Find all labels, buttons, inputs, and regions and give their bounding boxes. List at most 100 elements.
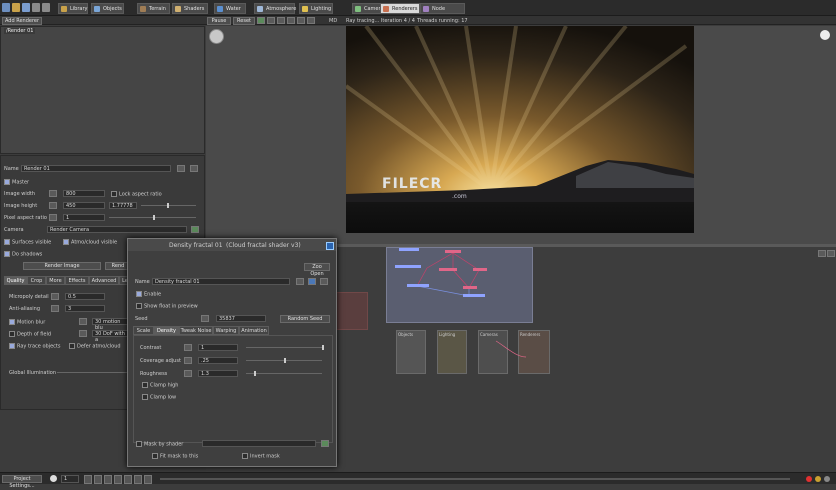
motion-blur-icon[interactable] [79, 318, 87, 325]
lock-aspect-checkbox[interactable]: Lock aspect ratio [111, 191, 162, 198]
dof-icon[interactable] [79, 330, 87, 337]
slider-knob[interactable] [153, 215, 155, 220]
timeline[interactable] [160, 478, 790, 480]
view-mode-icon[interactable] [257, 17, 265, 24]
pixel-aspect-slider[interactable] [109, 215, 196, 220]
record-icon[interactable] [134, 475, 142, 484]
play-icon[interactable] [104, 475, 112, 484]
aspect-field[interactable]: 1.77778 [109, 202, 137, 209]
dialog-name-field[interactable]: Density fractal 01 [152, 278, 290, 285]
tab-library[interactable]: Library [58, 3, 88, 14]
tab-atmosphere[interactable]: Atmosphere [254, 3, 296, 14]
tab-node-network[interactable]: Node Network [420, 3, 465, 22]
objects-node-group[interactable]: Objects [396, 330, 426, 374]
edit-icon[interactable] [296, 278, 304, 285]
roughness-icon[interactable] [184, 370, 192, 377]
slider-knob[interactable] [253, 371, 256, 376]
channel-g-icon[interactable] [277, 17, 285, 24]
quality-badge[interactable]: MD [329, 17, 337, 25]
lighting-node-group[interactable]: Lighting [437, 330, 467, 374]
seed-icon[interactable] [201, 315, 209, 322]
delete-icon[interactable] [190, 165, 198, 172]
expand-icon[interactable] [827, 250, 835, 257]
pause-button[interactable]: Pause [207, 17, 231, 25]
clamp-high-checkbox[interactable]: Clamp high [142, 382, 178, 389]
coverage-slider[interactable] [246, 358, 322, 363]
tab-effects[interactable]: Effects [65, 276, 89, 285]
mask-link-icon[interactable] [321, 440, 329, 447]
tab-water[interactable]: Water [214, 3, 246, 14]
prev-frame-icon[interactable] [94, 475, 102, 484]
depth-of-field-checkbox[interactable]: Depth of field [9, 331, 51, 338]
aspect-slider[interactable] [141, 203, 196, 208]
tab-lighting[interactable]: Lighting [299, 3, 333, 14]
coverage-icon[interactable] [184, 357, 192, 364]
enable-checkbox[interactable]: Enable [136, 291, 161, 298]
atmo-visible-checkbox[interactable]: Atmo/cloud visible [63, 239, 117, 246]
undo-icon[interactable] [32, 3, 40, 12]
channel-b-icon[interactable] [287, 17, 295, 24]
do-shadows-checkbox[interactable]: Do shadows [4, 251, 42, 258]
image-width-icon[interactable] [49, 190, 57, 197]
last-frame-icon[interactable] [124, 475, 132, 484]
tab-animation[interactable]: Animation [239, 326, 269, 335]
edit-icon[interactable] [177, 165, 185, 172]
micropoly-field[interactable]: 0.5 [65, 293, 105, 300]
project-settings-button[interactable]: Project Settings... [2, 475, 42, 489]
roughness-field[interactable]: 1.3 [198, 370, 238, 377]
new-file-icon[interactable] [2, 3, 10, 12]
collapse-icon[interactable] [818, 250, 826, 257]
slider-knob[interactable] [284, 358, 286, 363]
info-icon[interactable] [308, 278, 316, 285]
channel-r-icon[interactable] [267, 17, 275, 24]
motion-blur-checkbox[interactable]: Motion blur [9, 319, 45, 326]
image-width-field[interactable]: 800 [63, 190, 105, 197]
tab-terrain[interactable]: Terrain [137, 3, 170, 14]
random-seed-button[interactable]: Random Seed [280, 315, 330, 323]
keyframe-icon[interactable] [144, 475, 152, 484]
tab-crop[interactable]: Crop [27, 276, 46, 285]
show-preview-checkbox[interactable]: Show float in preview [136, 303, 198, 310]
slider-knob[interactable] [167, 203, 169, 208]
contrast-slider[interactable] [246, 345, 324, 350]
micropoly-icon[interactable] [51, 293, 59, 300]
tab-objects[interactable]: Objects [91, 3, 124, 14]
camera-link-icon[interactable] [191, 226, 199, 233]
camera-select[interactable]: Render Camera [47, 226, 187, 233]
master-checkbox[interactable]: Master [4, 179, 29, 186]
defer-atmo-checkbox[interactable]: Defer atmo/cloud [69, 343, 121, 350]
exposure-icon[interactable] [307, 17, 315, 24]
dialog-titlebar[interactable]: Density fractal 01 (Cloud fractal shader… [128, 239, 336, 251]
invert-mask-checkbox[interactable]: Invert mask [242, 453, 280, 460]
tab-renderers[interactable]: Renderers [380, 3, 420, 14]
contrast-field[interactable]: 1 [198, 344, 238, 351]
fit-mask-checkbox[interactable]: Fit mask to this [152, 453, 198, 460]
atmosphere-node-group[interactable] [386, 247, 533, 323]
coverage-field[interactable]: .25 [198, 357, 238, 364]
clamp-low-checkbox[interactable]: Clamp low [142, 394, 176, 401]
surfaces-visible-checkbox[interactable]: Surfaces visible [4, 239, 51, 246]
reset-button[interactable]: Reset [233, 17, 255, 25]
tab-quality[interactable]: Quality [4, 276, 27, 285]
redo-icon[interactable] [42, 3, 50, 12]
name-field[interactable]: Render 01 [21, 165, 171, 172]
ray-trace-checkbox[interactable]: Ray trace objects [9, 343, 60, 350]
roughness-slider[interactable] [246, 371, 322, 376]
seed-field[interactable]: 35837 [216, 315, 266, 322]
tab-scale[interactable]: Scale [133, 326, 154, 335]
tab-shaders[interactable]: Shaders [172, 3, 208, 14]
alpha-icon[interactable] [297, 17, 305, 24]
tab-density[interactable]: Density [154, 326, 179, 335]
dialog-pin-icon[interactable] [326, 242, 334, 250]
tab-tweak-noise[interactable]: Tweak Noise [179, 326, 213, 335]
slider-knob[interactable] [322, 345, 324, 350]
list-item[interactable]: /Render 01 [4, 28, 36, 34]
anti-alias-field[interactable]: 3 [65, 305, 105, 312]
tab-warping[interactable]: Warping [213, 326, 239, 335]
dof-field[interactable]: 30 DoF with a [92, 330, 128, 343]
pixel-aspect-field[interactable]: 1 [63, 214, 105, 221]
motion-blur-field[interactable]: 30 motion blu [92, 318, 128, 331]
pixel-aspect-icon[interactable] [49, 214, 57, 221]
image-height-icon[interactable] [49, 202, 57, 209]
navigation-widget-icon[interactable] [209, 29, 224, 44]
